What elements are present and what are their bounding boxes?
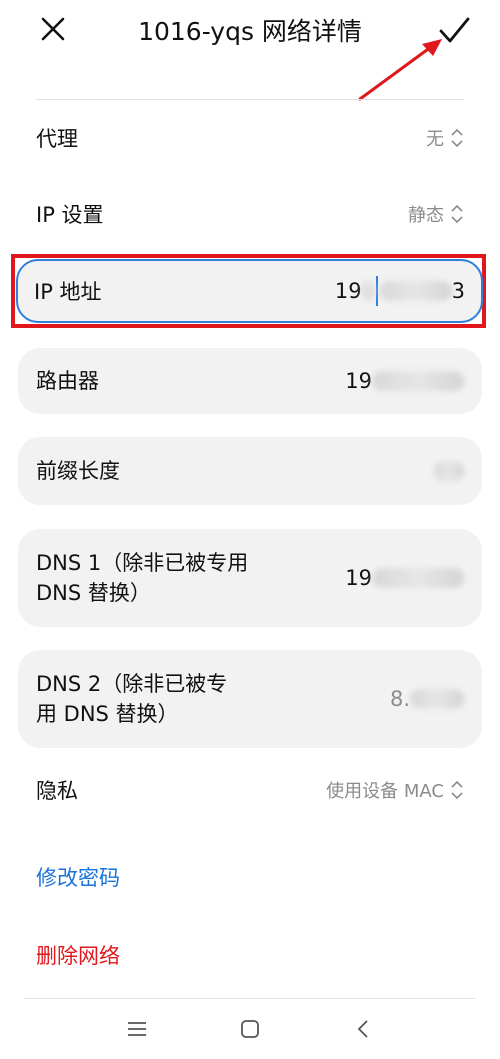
dns1-label: DNS 1（除非已被专用 DNS 替换） [36,548,248,608]
dns2-field[interactable]: DNS 2（除非已被专 用 DNS 替换） 8. [18,650,482,748]
text-cursor [375,276,378,306]
back-button[interactable] [345,1014,381,1044]
ip-settings-label: IP 设置 [36,203,104,227]
prefix-length-field[interactable]: 前缀长度 [18,437,482,505]
router-value-prefix: 19 [345,369,372,393]
privacy-value: 使用设备 MAC [326,781,444,802]
proxy-row[interactable]: 代理 无 [36,118,464,158]
ip-settings-selector[interactable]: 静态 [408,201,464,227]
ip-settings-row[interactable]: IP 设置 静态 [36,194,464,234]
blurred-value [372,568,464,588]
router-field[interactable]: 路由器 19 [18,348,482,414]
blurred-value [434,461,464,481]
proxy-label: 代理 [36,127,78,151]
header-divider [36,99,464,100]
delete-network-link[interactable]: 删除网络 [36,940,120,970]
ip-address-value-prefix: 19 [334,279,362,303]
dns1-input[interactable]: 19 [345,566,464,590]
ip-address-input[interactable]: 19 3 [335,276,465,306]
dns2-label-line1: DNS 2（除非已被专 [36,672,228,696]
header: 1016-yqs 网络详情 [0,0,500,101]
dns2-label: DNS 2（除非已被专 用 DNS 替换） [36,669,227,729]
system-navbar [0,1008,500,1052]
privacy-label: 隐私 [36,779,78,803]
dns1-label-line2: DNS 替换） [36,581,151,605]
dns1-value-prefix: 19 [345,566,372,590]
ip-address-field[interactable]: IP 地址 19 3 [16,259,483,323]
router-input[interactable]: 19 [345,369,464,393]
modify-password-link[interactable]: 修改密码 [36,862,120,892]
proxy-value: 无 [426,129,444,150]
prefix-length-input[interactable] [434,461,464,481]
dns2-label-line2: 用 DNS 替换） [36,702,179,726]
menu-button[interactable] [119,1014,155,1044]
blurred-value [410,689,464,709]
blurred-value [379,281,452,301]
updown-chevron-icon [451,128,463,148]
dns1-field[interactable]: DNS 1（除非已被专用 DNS 替换） 19 [18,529,482,627]
blurred-value [361,281,374,301]
dns1-label-line1: DNS 1（除非已被专用 [36,551,249,575]
home-button[interactable] [232,1014,268,1044]
privacy-selector[interactable]: 使用设备 MAC [326,777,464,803]
annotation-arrow [358,39,442,101]
home-icon [241,1020,259,1038]
proxy-selector[interactable]: 无 [426,125,464,151]
navbar-divider [24,998,476,999]
blurred-value [372,371,464,391]
back-icon [357,1020,368,1038]
privacy-row[interactable]: 隐私 使用设备 MAC [36,770,464,810]
updown-chevron-icon [451,204,463,224]
ip-address-label: IP 地址 [34,280,102,304]
ip-address-value-suffix: 3 [451,279,465,303]
prefix-length-label: 前缀长度 [36,459,120,483]
updown-chevron-icon [451,780,463,800]
dns2-value-prefix: 8. [389,687,410,711]
menu-icon [128,1022,146,1036]
dns2-input[interactable]: 8. [390,687,464,711]
ip-settings-value: 静态 [408,205,444,226]
router-label: 路由器 [36,369,99,393]
